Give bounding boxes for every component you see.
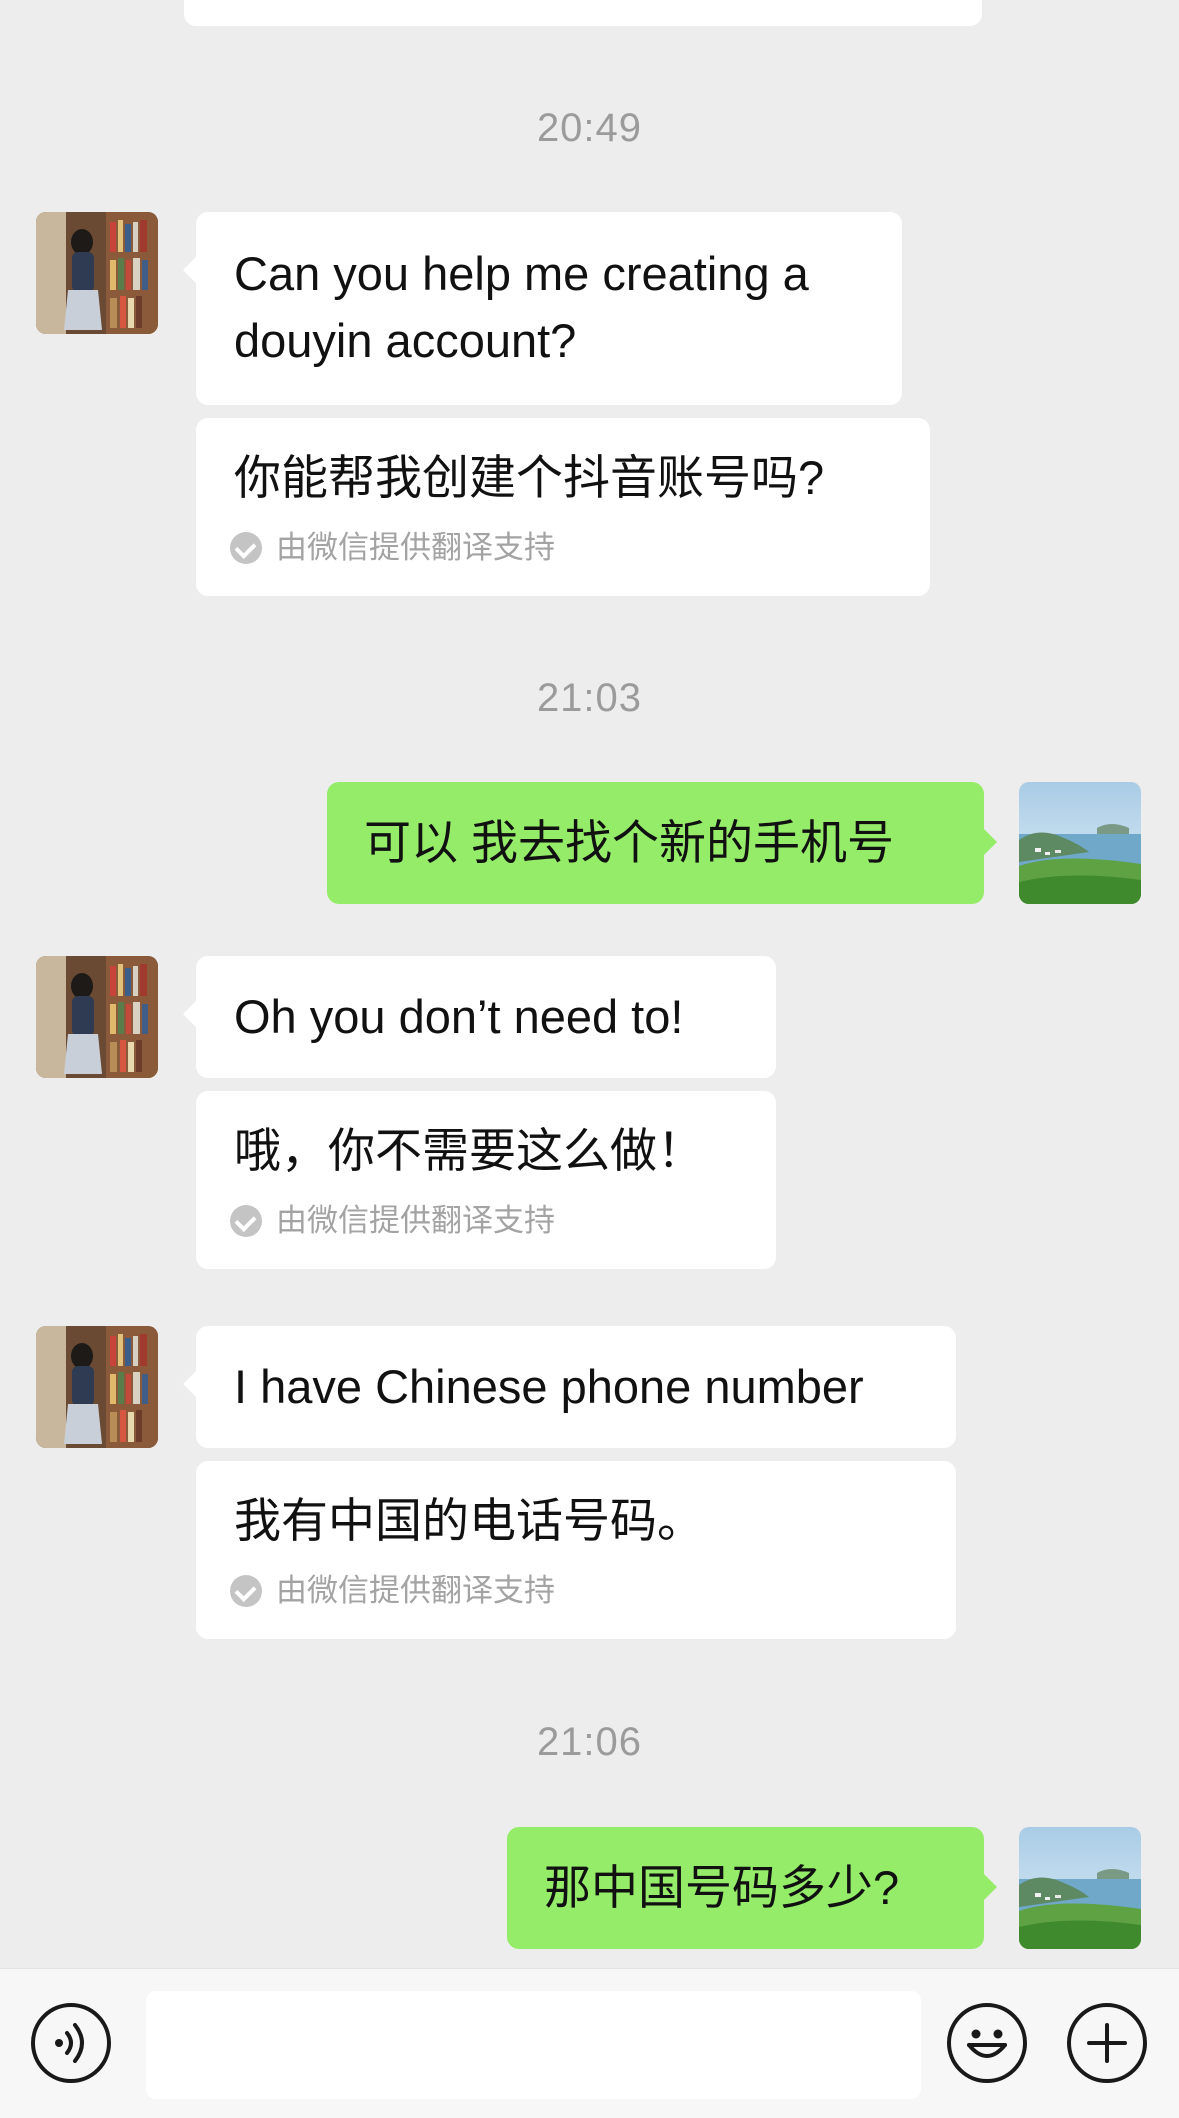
previous-message-bubble[interactable] xyxy=(184,0,982,26)
translation-bubble[interactable]: 我有中国的电话号码。 由微信提供翻译支持 xyxy=(196,1461,956,1639)
translation-text: 你能帮我创建个抖音账号吗? xyxy=(234,451,825,504)
translation-note: 由微信提供翻译支持 xyxy=(230,528,555,568)
timestamp: 20:49 xyxy=(536,106,643,150)
my-message-bubble[interactable]: 那中国号码多少? xyxy=(507,1827,997,1949)
message-text: 那中国号码多少? xyxy=(544,1861,900,1914)
translation-text: 哦，你不需要这么做！ xyxy=(234,1124,704,1177)
translation-note: 由微信提供翻译支持 xyxy=(230,1571,555,1611)
timestamp: 21:03 xyxy=(536,676,643,720)
check-circle-icon xyxy=(230,532,262,564)
voice-icon[interactable] xyxy=(31,2003,111,2083)
contact-avatar[interactable] xyxy=(36,1326,158,1448)
translation-note-label: 由微信提供翻译支持 xyxy=(276,1573,555,1608)
message-input-box[interactable] xyxy=(146,1991,921,2099)
my-avatar[interactable] xyxy=(1019,782,1141,904)
message-input[interactable] xyxy=(146,1991,921,2099)
message-bubble[interactable]: Can you help me creating a douyin accoun… xyxy=(183,212,902,405)
message-text: I have Chinese phone number xyxy=(234,1360,864,1413)
input-bar xyxy=(0,1968,1179,2118)
translation-note-label: 由微信提供翻译支持 xyxy=(276,1203,555,1238)
message-text: Can you help me creating a douyin accoun… xyxy=(234,247,809,367)
translation-text: 我有中国的电话号码。 xyxy=(234,1494,704,1547)
check-circle-icon xyxy=(230,1205,262,1237)
emoji-icon[interactable] xyxy=(947,2003,1027,2083)
translation-bubble[interactable]: 你能帮我创建个抖音账号吗? 由微信提供翻译支持 xyxy=(196,418,930,596)
plus-icon[interactable] xyxy=(1067,2003,1147,2083)
translation-note-label: 由微信提供翻译支持 xyxy=(276,530,555,565)
translation-note: 由微信提供翻译支持 xyxy=(230,1201,555,1241)
contact-avatar[interactable] xyxy=(36,956,158,1078)
check-circle-icon xyxy=(230,1575,262,1607)
my-avatar[interactable] xyxy=(1019,1827,1141,1949)
message-text: Oh you don’t need to! xyxy=(234,990,684,1043)
my-message-bubble[interactable]: 可以 我去找个新的手机号 xyxy=(327,782,997,904)
translation-bubble[interactable]: 哦，你不需要这么做！ 由微信提供翻译支持 xyxy=(196,1091,776,1269)
timestamp: 21:06 xyxy=(536,1720,643,1764)
contact-avatar[interactable] xyxy=(36,212,158,334)
message-text: 可以 我去找个新的手机号 xyxy=(364,816,895,869)
message-bubble[interactable]: I have Chinese phone number xyxy=(183,1326,956,1448)
message-bubble[interactable]: Oh you don’t need to! xyxy=(183,956,776,1078)
chat-area[interactable]: 20:49 Can you help me creating a douyin … xyxy=(0,0,1179,1968)
